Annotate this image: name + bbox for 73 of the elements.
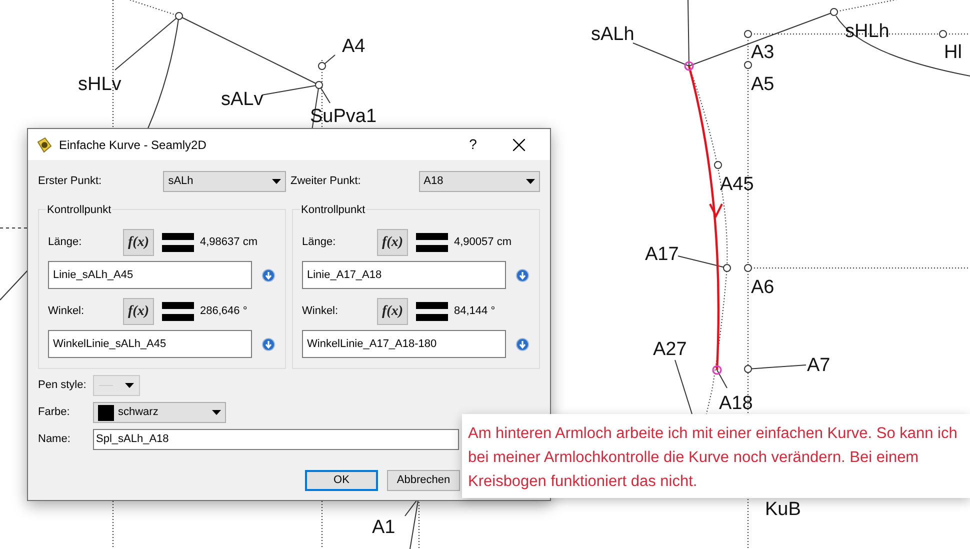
point-marker: [723, 264, 731, 272]
point-marker: [318, 62, 326, 70]
point-marker: [315, 81, 323, 89]
group-title: Kontrollpunkt: [46, 202, 112, 218]
point-label: sALv: [221, 90, 264, 109]
value-text: 84,144 °: [454, 304, 496, 319]
field-label: Winkel:: [302, 304, 340, 319]
field-label: Winkel:: [48, 304, 86, 319]
equals-icon: [162, 302, 194, 320]
value-text: 286,646 °: [200, 304, 248, 319]
point-marker: [744, 365, 752, 373]
close-icon: [513, 138, 525, 150]
point-marker: [830, 8, 838, 16]
field-label: Name:: [38, 432, 72, 448]
name-field[interactable]: Spl_sALh_A18: [93, 429, 459, 450]
point-label: A4: [342, 37, 366, 56]
formula-button[interactable]: f(x): [377, 298, 408, 324]
window-title: Einfache Kurve - Seamly2D: [59, 136, 206, 154]
point-marker: [175, 12, 183, 20]
point-marker: [714, 161, 722, 169]
point-marker: [939, 30, 947, 38]
expand-down-icon[interactable]: [516, 268, 529, 282]
point-label: A45: [720, 175, 754, 194]
value-text: 4,98637 cm: [200, 234, 258, 250]
formula-button[interactable]: f(x): [123, 298, 154, 324]
dropdown[interactable]: schwarz: [93, 402, 226, 423]
field-label: Pen style:: [38, 378, 88, 394]
point-label: A6: [751, 278, 774, 297]
field-label: Zweiter Punkt:: [290, 174, 362, 190]
formula-field[interactable]: Linie_A17_A18: [302, 261, 506, 289]
point-label: A3: [751, 43, 774, 62]
help-button[interactable]: ?: [450, 134, 496, 155]
dropdown[interactable]: sALh: [163, 171, 286, 192]
point-label: A7: [807, 356, 830, 375]
caret-icon: [272, 179, 281, 184]
equals-icon: [162, 232, 194, 252]
field-label: Länge:: [48, 234, 83, 250]
callout-text: Am hinteren Armloch arbeite ich mit einer einfachen Kurve. So kann ich bei meiner Armlochkontrolle die Kurve noch verändern. Bei einem Kreisbogen funktioniert das nicht.: [468, 424, 958, 492]
field-label: Erster Punkt:: [38, 174, 103, 190]
field-label: Länge:: [302, 234, 337, 250]
point-label: A18: [719, 394, 753, 413]
expand-down-icon[interactable]: [516, 338, 529, 350]
formula-field[interactable]: WinkelLinie_sALh_A45: [48, 330, 252, 358]
point-marker: [744, 61, 752, 69]
formula-button[interactable]: f(x): [123, 228, 154, 256]
point-label: sHLv: [78, 75, 122, 94]
group-title: Kontrollpunkt: [300, 202, 366, 218]
point-label: A27: [653, 340, 687, 359]
expand-down-icon[interactable]: [262, 338, 275, 350]
equals-icon: [416, 302, 448, 320]
point-label: sALh: [591, 25, 634, 44]
dropdown[interactable]: A18: [418, 171, 540, 192]
point-marker: [744, 30, 752, 38]
expand-down-icon[interactable]: [262, 268, 275, 282]
pen-style-dropdown[interactable]: [93, 375, 140, 396]
point-label: Hl: [944, 43, 962, 62]
point-label: A17: [645, 245, 679, 264]
caret-icon: [125, 383, 134, 388]
point-marker: [744, 264, 752, 272]
point-label: KuB: [765, 500, 801, 519]
point-label: A5: [751, 75, 774, 94]
app-logo-icon: [36, 136, 52, 152]
formula-button[interactable]: f(x): [377, 228, 408, 256]
dialog-button[interactable]: Abbrechen: [387, 470, 460, 491]
formula-field[interactable]: WinkelLinie_A17_A18-180: [302, 330, 506, 358]
caret-icon: [212, 410, 221, 415]
caret-icon: [526, 179, 535, 184]
dialog-button[interactable]: OK: [305, 470, 378, 491]
equals-icon: [416, 232, 448, 252]
formula-field[interactable]: Linie_sALh_A45: [48, 261, 252, 289]
field-label: Farbe:: [38, 405, 71, 420]
point-label: A1: [372, 518, 396, 537]
value-text: 4,90057 cm: [454, 234, 512, 250]
